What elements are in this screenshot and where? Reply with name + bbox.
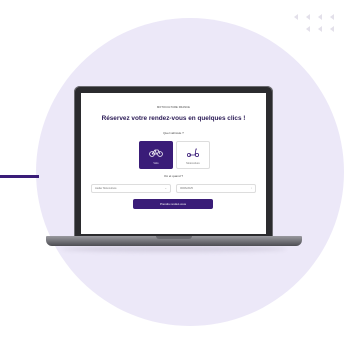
vehicle-option-motoculture[interactable]: Motoculture [176,141,210,169]
vehicle-option-label: Vélo [153,162,159,165]
book-appointment-button[interactable]: Prendre rendez-vous [133,199,213,209]
location-value: Atelier Motoculture [95,187,117,190]
date-select[interactable]: 06/06/2025 ▫ [176,184,256,193]
laptop-screen: MOTOCULTURE FRANCE Réservez votre rendez… [81,93,266,234]
accent-bar [0,175,39,178]
laptop-notch [156,236,192,239]
page-title: Réservez votre rendez-vous en quelques c… [101,115,246,122]
vehicle-option-label: Motoculture [186,162,200,165]
laptop-lid: MOTOCULTURE FRANCE Réservez votre rendez… [74,86,273,238]
calendar-icon: ▫ [250,186,252,190]
chevron-down-icon: ⌄ [164,186,167,190]
laptop-shadow [62,246,286,252]
decorative-arrows [290,8,344,38]
vehicle-question: Quel véhicule ? [163,131,184,135]
location-select[interactable]: Atelier Motoculture ⌄ [91,184,171,193]
laptop-base [46,236,302,246]
brand-label: MOTOCULTURE FRANCE [157,106,190,109]
bicycle-icon [140,147,172,160]
vehicle-option-velo[interactable]: Vélo [139,141,173,169]
scooter-icon [177,147,209,160]
date-value: 06/06/2025 [180,187,193,190]
where-question: Où et quand ? [163,174,183,178]
laptop-mockup: MOTOCULTURE FRANCE Réservez votre rendez… [42,86,306,256]
